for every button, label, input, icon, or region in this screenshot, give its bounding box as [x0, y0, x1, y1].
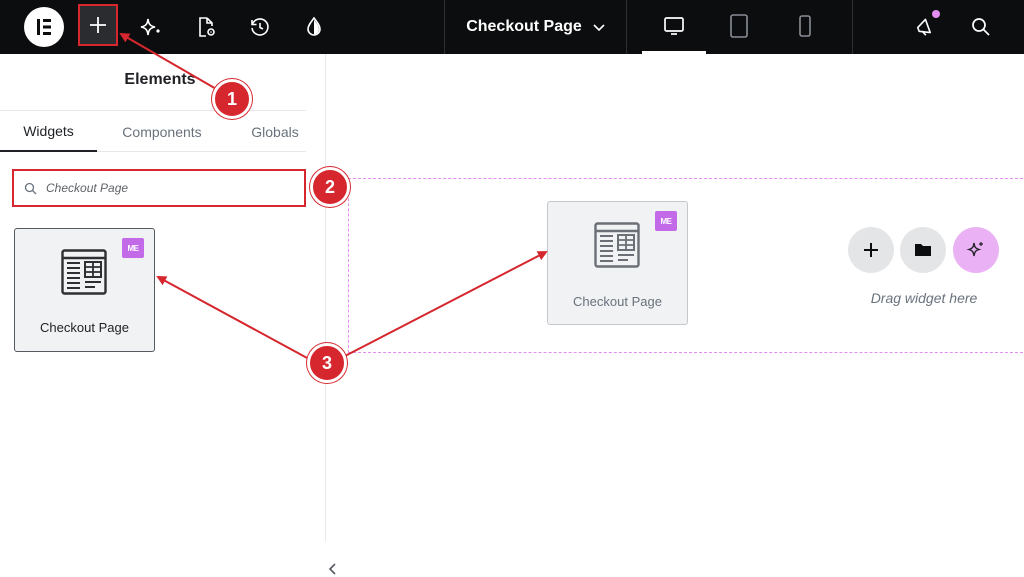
widget-label: Checkout Page	[573, 294, 662, 309]
folder-icon	[915, 244, 931, 256]
whats-new-icon	[916, 18, 932, 36]
top-bar: Checkout Page	[0, 0, 1024, 54]
drag-widget-hint: Drag widget here	[870, 290, 978, 306]
ai-sparkle-button[interactable]	[136, 13, 166, 41]
tablet-view-button[interactable]	[724, 11, 754, 41]
mobile-view-button[interactable]	[790, 11, 820, 41]
checkout-table-icon	[61, 249, 107, 295]
elementor-logo-icon[interactable]	[24, 7, 64, 47]
tab-globals[interactable]: Globals	[240, 111, 310, 152]
chevron-left-icon	[328, 563, 336, 575]
site-settings-icon	[307, 16, 321, 36]
ai-sparkle-icon	[966, 242, 983, 257]
step-badge-1: 1	[212, 79, 252, 119]
notification-dot	[932, 10, 940, 18]
checkout-page-widget[interactable]: ME Checkout Page	[14, 228, 155, 352]
active-device-indicator	[642, 51, 706, 54]
search-icon	[972, 18, 990, 36]
ai-generate-button[interactable]	[953, 227, 999, 273]
panel-title: Elements	[124, 71, 196, 88]
pro-badge: ME	[655, 211, 677, 231]
search-button[interactable]	[966, 12, 996, 42]
step-badge-2: 2	[310, 167, 350, 207]
widget-label: Checkout Page	[40, 320, 129, 335]
ai-sparkle-icon	[140, 18, 160, 36]
search-icon	[24, 182, 37, 194]
toolbar-separator	[444, 0, 445, 54]
add-section-button[interactable]	[848, 227, 894, 273]
site-settings-button[interactable]	[300, 13, 328, 41]
tab-components[interactable]: Components	[108, 111, 216, 152]
plus-icon	[864, 243, 878, 257]
desktop-icon	[664, 17, 684, 35]
toolbar-separator	[626, 0, 627, 54]
page-settings-button[interactable]	[192, 13, 220, 41]
add-element-button[interactable]	[78, 4, 118, 46]
tablet-icon	[730, 14, 748, 38]
page-settings-icon	[199, 17, 215, 37]
desktop-view-button[interactable]	[658, 11, 690, 41]
toolbar-separator	[852, 0, 853, 54]
add-template-button[interactable]	[900, 227, 946, 273]
page-title: Checkout Page	[466, 18, 582, 35]
checkout-table-icon	[594, 222, 640, 268]
elements-panel: Elements Widgets Components Globals Chec…	[0, 54, 344, 577]
widget-search-input[interactable]: Checkout Page	[12, 169, 306, 207]
panel-tabs: Widgets Components Globals	[0, 110, 306, 152]
add-element-icon	[90, 17, 106, 33]
history-button[interactable]	[246, 13, 274, 41]
tab-widgets[interactable]: Widgets	[0, 111, 97, 152]
search-value: Checkout Page	[46, 181, 129, 195]
step-badge-3: 3	[307, 343, 347, 383]
collapse-panel-button[interactable]	[322, 541, 344, 577]
chevron-down-icon	[593, 24, 605, 32]
dragged-checkout-page-widget[interactable]: ME Checkout Page	[547, 201, 688, 325]
pro-badge: ME	[122, 238, 144, 258]
page-title-dropdown[interactable]: Checkout Page	[446, 0, 626, 54]
mobile-icon	[799, 15, 811, 37]
history-icon	[251, 18, 269, 36]
